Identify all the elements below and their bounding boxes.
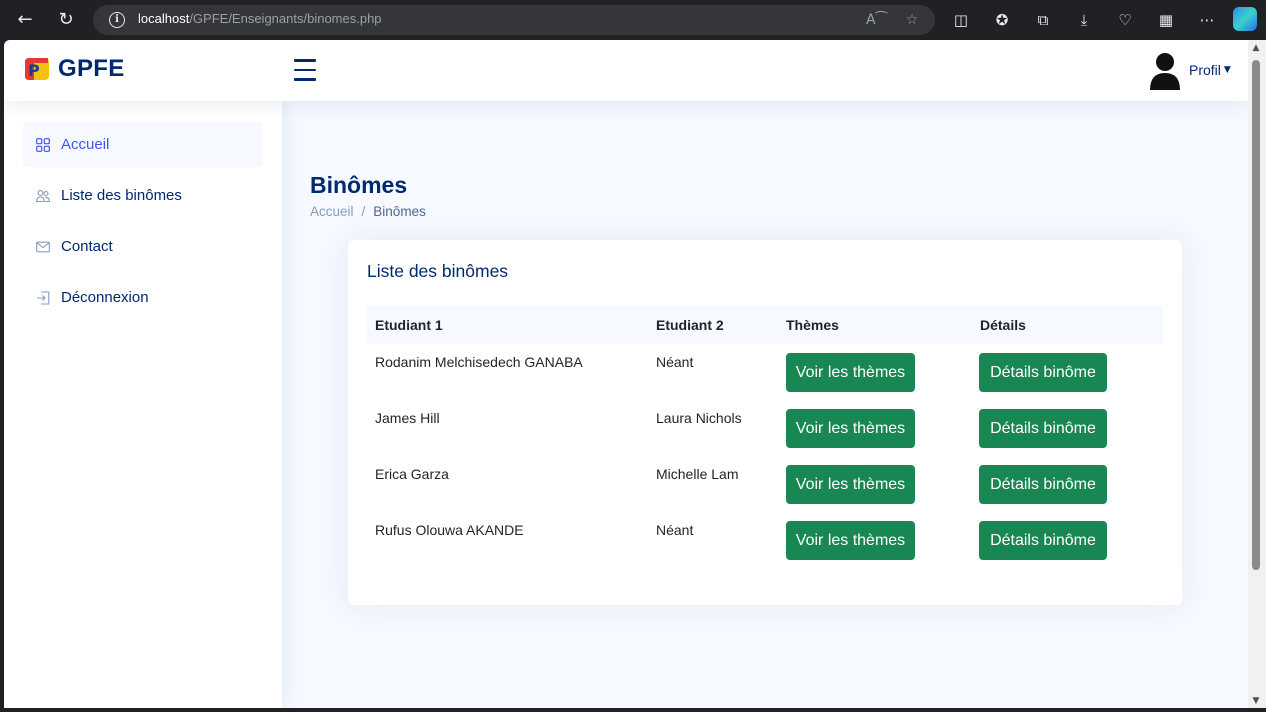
binomes-table: Etudiant 1 Etudiant 2 Thèmes Détails Rod…: [367, 306, 1163, 568]
etudiant-2-cell: Michelle Lam: [656, 466, 739, 482]
column-header: Thèmes: [786, 317, 839, 333]
voir-themes-button[interactable]: Voir les thèmes: [786, 353, 915, 392]
table-row: James Hill Laura Nichols Voir les thèmes…: [367, 400, 1163, 456]
breadcrumb: Accueil / Binômes: [310, 204, 426, 219]
details-binome-button[interactable]: Détails binôme: [979, 521, 1107, 560]
people-icon: [36, 189, 50, 202]
etudiant-2-cell: Laura Nichols: [656, 410, 742, 426]
app-name: GPFE: [58, 55, 125, 82]
browser-essentials-icon[interactable]: ♡: [1113, 8, 1137, 32]
profile-dropdown[interactable]: Profil ▼: [1148, 50, 1231, 90]
favorites-icon[interactable]: ✪: [990, 8, 1014, 32]
collections-icon[interactable]: ⧉: [1031, 8, 1055, 32]
etudiant-2-cell: Néant: [656, 522, 694, 538]
sidebar-item-label: Contact: [61, 238, 113, 255]
logo-emblem-icon: P: [25, 58, 49, 80]
web-page: P GPFE Profil ▼ Accueil Liste des binôme…: [4, 40, 1248, 708]
details-binome-button[interactable]: Détails binôme: [979, 353, 1107, 392]
sidebar-item-binomes[interactable]: Liste des binômes: [23, 173, 263, 218]
voir-themes-button[interactable]: Voir les thèmes: [786, 465, 915, 504]
details-binome-button[interactable]: Détails binôme: [979, 409, 1107, 448]
sidebar-item-label: Accueil: [61, 136, 110, 153]
scrollbar-thumb[interactable]: [1252, 60, 1260, 570]
breadcrumb-separator: /: [361, 204, 366, 219]
site-header: P GPFE Profil ▼: [4, 40, 1248, 101]
profile-label: Profil: [1189, 62, 1221, 78]
table-row: Rufus Olouwa AKANDE Néant Voir les thème…: [367, 512, 1163, 568]
etudiant-1-cell: Erica Garza: [375, 466, 449, 482]
address-bar[interactable]: i localhost/GPFE/Enseignants/binomes.php…: [93, 5, 935, 35]
scroll-down-arrow-icon[interactable]: ▼: [1251, 696, 1261, 706]
hamburger-menu-icon[interactable]: [294, 59, 318, 81]
site-logo[interactable]: P GPFE: [22, 54, 125, 84]
logout-icon: [37, 290, 50, 305]
svg-text:P: P: [28, 61, 40, 80]
back-arrow-icon[interactable]: ←: [13, 8, 37, 32]
voir-themes-button[interactable]: Voir les thèmes: [786, 521, 915, 560]
voir-themes-button[interactable]: Voir les thèmes: [786, 409, 915, 448]
column-header: Etudiant 2: [656, 317, 724, 333]
binomes-card: Liste des binômes Etudiant 1 Etudiant 2 …: [348, 240, 1182, 605]
column-header: Détails: [980, 317, 1026, 333]
table-row: Rodanim Melchisedech GANABA Néant Voir l…: [367, 344, 1163, 400]
browser-toolbar: ← ↻ i localhost/GPFE/Enseignants/binomes…: [0, 0, 1266, 40]
envelope-icon: [36, 241, 50, 252]
scroll-up-arrow-icon[interactable]: ▲: [1251, 43, 1261, 53]
split-screen-icon[interactable]: ◫: [949, 8, 973, 32]
url-text[interactable]: localhost/GPFE/Enseignants/binomes.php: [138, 11, 382, 26]
more-menu-icon[interactable]: ⋯: [1195, 8, 1219, 32]
etudiant-1-cell: Rodanim Melchisedech GANABA: [375, 354, 583, 370]
etudiant-1-cell: Rufus Olouwa AKANDE: [375, 522, 524, 538]
window-bottom-edge: [0, 708, 1266, 712]
reload-icon[interactable]: ↻: [54, 8, 78, 32]
breadcrumb-current: Binômes: [373, 204, 426, 219]
info-icon[interactable]: i: [109, 12, 125, 28]
caret-down-icon: ▼: [1223, 65, 1231, 75]
page-title: Binômes: [310, 172, 408, 198]
breadcrumb-link-accueil[interactable]: Accueil: [310, 204, 354, 219]
copilot-icon[interactable]: [1233, 7, 1257, 31]
details-binome-button[interactable]: Détails binôme: [979, 465, 1107, 504]
vertical-scrollbar[interactable]: ▲ ▼: [1248, 40, 1266, 708]
sidebar-item-contact[interactable]: Contact: [23, 224, 263, 269]
sidebar: Accueil Liste des binômes Contact Déconn…: [4, 101, 282, 708]
favorite-star-icon[interactable]: ☆: [902, 10, 922, 30]
card-title: Liste des binômes: [367, 261, 509, 281]
downloads-icon[interactable]: ⤓: [1072, 8, 1096, 32]
table-row: Erica Garza Michelle Lam Voir les thèmes…: [367, 456, 1163, 512]
sidebar-item-accueil[interactable]: Accueil: [23, 122, 263, 167]
read-aloud-icon[interactable]: A⁀: [866, 10, 887, 30]
column-header: Etudiant 1: [375, 317, 443, 333]
sidebar-item-label: Liste des binômes: [61, 187, 182, 204]
grid-icon: [36, 137, 50, 152]
avatar: [1150, 53, 1180, 90]
sidebar-item-deconnexion[interactable]: Déconnexion: [23, 275, 263, 320]
extensions-icon[interactable]: ▦: [1154, 8, 1178, 32]
sidebar-item-label: Déconnexion: [61, 289, 149, 306]
etudiant-1-cell: James Hill: [375, 410, 440, 426]
etudiant-2-cell: Néant: [656, 354, 694, 370]
table-header: Etudiant 1 Etudiant 2 Thèmes Détails: [367, 306, 1163, 344]
